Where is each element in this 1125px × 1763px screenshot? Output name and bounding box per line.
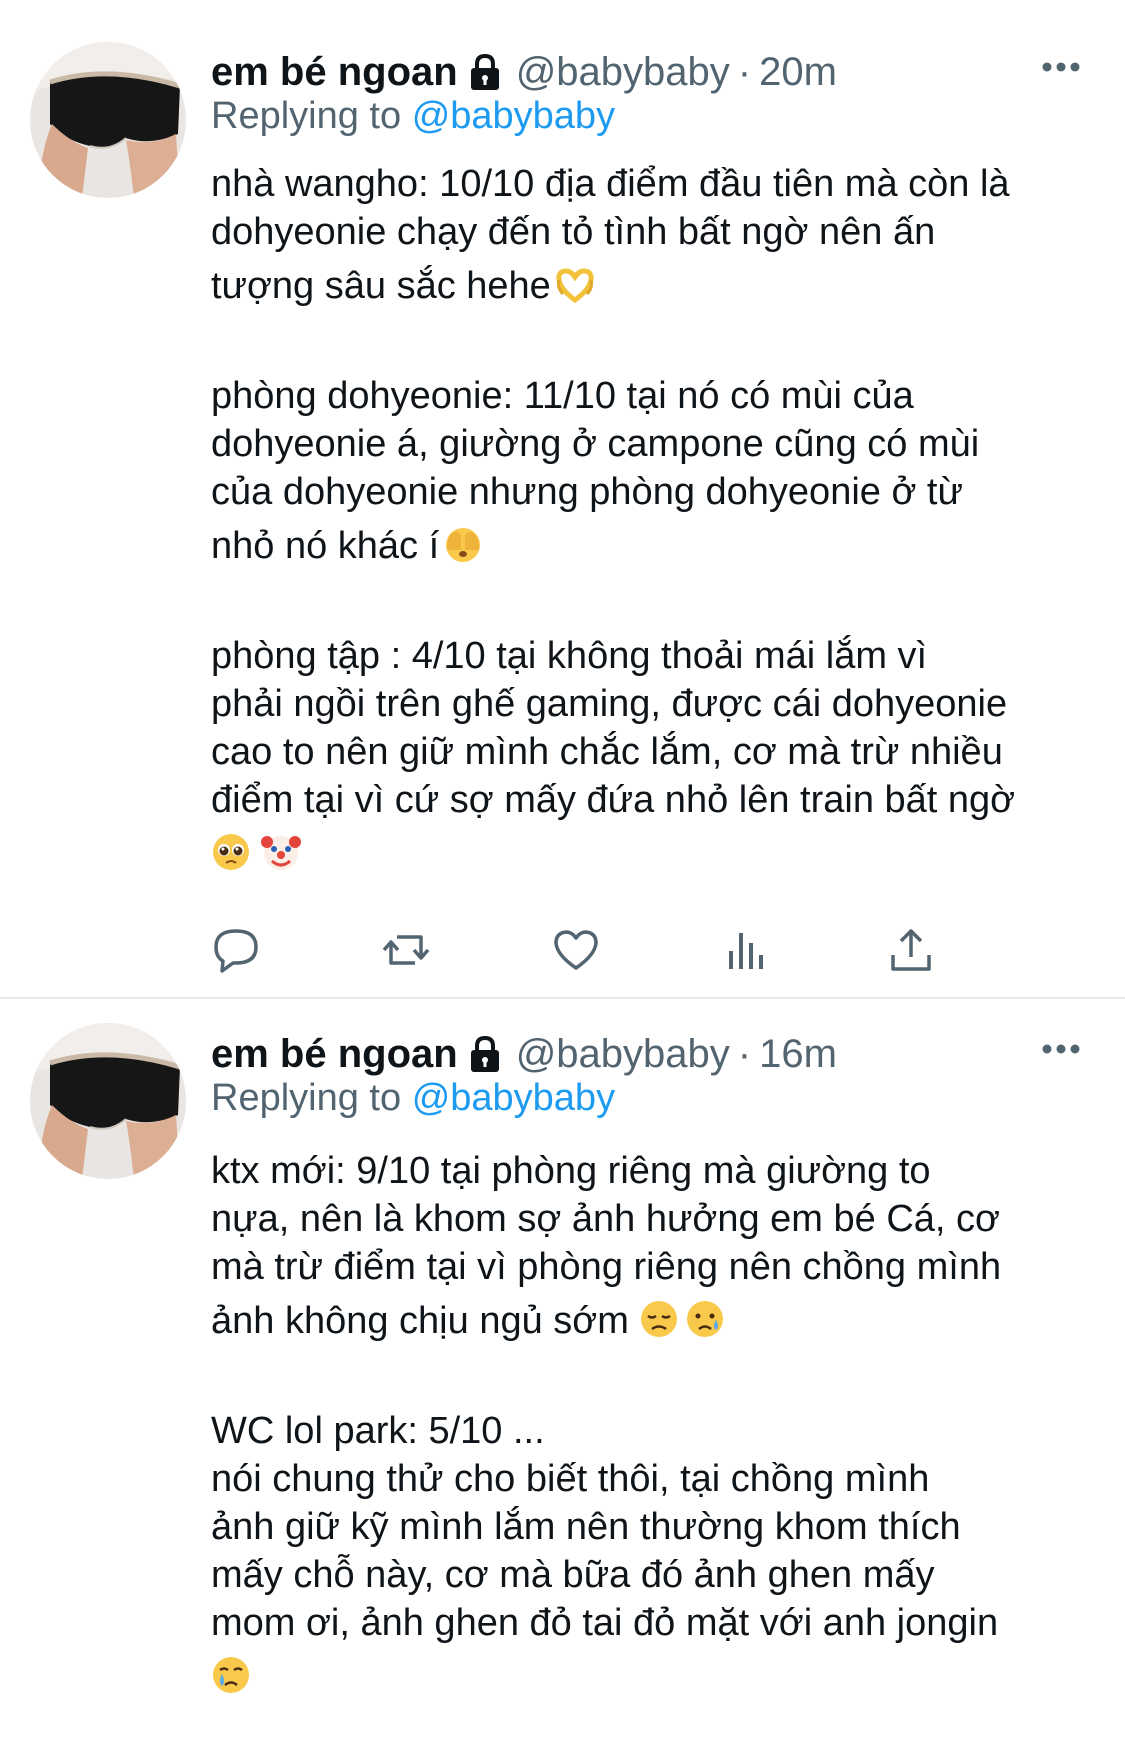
heart-hands-emoji-icon: [555, 262, 595, 304]
user-handle[interactable]: @babybaby: [516, 50, 730, 95]
lock-icon: [468, 52, 502, 92]
more-options-icon[interactable]: [1041, 1042, 1081, 1054]
disappointed-face-emoji-icon: [639, 1297, 679, 1337]
clown-face-emoji-icon: [261, 830, 301, 870]
text-line: điểm tại vì cứ sợ mấy đứa nhỏ lên train …: [211, 779, 1016, 821]
timestamp[interactable]: 16m: [759, 1032, 837, 1077]
text-line: mà trừ điểm tại vì phòng riêng nên chồng…: [211, 1246, 1002, 1288]
crying-face-emoji-icon: [211, 1653, 251, 1693]
tweet-paragraph: WC lol park: 5/10 ... nói chung thử cho …: [211, 1407, 1091, 1707]
replying-to-label: Replying to: [211, 1077, 402, 1119]
tweet-header: em bé ngoan @babybaby · 16m: [211, 1026, 837, 1082]
text-line: nhà wangho: 10/10 địa điểm đầu tiên mà c…: [211, 163, 1010, 205]
text-line: cao to nên giữ mình chắc lắm, cơ mà trừ …: [211, 731, 1003, 773]
emoji-line: [211, 824, 1091, 884]
mention-link[interactable]: @babybaby: [412, 1077, 615, 1119]
replying-to-label: Replying to: [211, 95, 402, 137]
pleading-face-emoji-icon: [211, 830, 251, 870]
display-name[interactable]: em bé ngoan: [211, 1032, 458, 1077]
text-segment: tượng sâu sắc hehe: [211, 265, 551, 307]
tweet[interactable]: em bé ngoan @babybaby · 16m Replying to …: [0, 999, 1125, 1701]
text-line: nói chung thử cho biết thôi, tại chồng m…: [211, 1458, 930, 1500]
text-line: dohyeonie chạy đến tỏ tình bất ngờ nên ấ…: [211, 211, 936, 253]
tweet-paragraph: phòng tập : 4/10 tại không thoải mái lắm…: [211, 632, 1091, 884]
separator-dot: ·: [737, 49, 752, 94]
text-segment: nhỏ nó khác í: [211, 525, 440, 567]
text-line-with-emoji: tượng sâu sắc hehe: [211, 256, 1091, 316]
text-line: nựa, nên là khom sợ ảnh hưởng em bé Cá, …: [211, 1198, 1000, 1240]
text-line: WC lol park: 5/10 ...: [211, 1410, 545, 1452]
text-line: mom ơi, ảnh ghen đỏ tai đỏ mặt với anh j…: [211, 1602, 999, 1644]
timestamp[interactable]: 20m: [759, 50, 837, 95]
separator-dot: ·: [737, 1031, 752, 1076]
mention-link[interactable]: @babybaby: [412, 95, 615, 137]
user-handle[interactable]: @babybaby: [516, 1032, 730, 1077]
tweet[interactable]: em bé ngoan @babybaby · 20m Replying to …: [0, 0, 1125, 997]
sad-tear-face-emoji-icon: [685, 1297, 725, 1337]
text-line-with-emoji: ảnh không chịu ngủ sớm: [211, 1291, 1091, 1351]
face-with-hands-over-eyes-emoji-icon: [443, 522, 483, 562]
share-icon[interactable]: [886, 925, 936, 975]
tweet-text: ktx mới: 9/10 tại phòng riêng mà giường …: [211, 1147, 1091, 1763]
avatar[interactable]: [30, 42, 186, 198]
tweet-header: em bé ngoan @babybaby · 20m: [211, 44, 837, 100]
text-line: phòng tập : 4/10 tại không thoải mái lắm…: [211, 635, 928, 677]
emoji-line: [211, 1647, 1091, 1707]
text-line: phòng dohyeonie: 11/10 tại nó có mùi của: [211, 375, 914, 417]
text-line: mấy chỗ này, cơ mà bữa đó ảnh ghen mấy: [211, 1554, 935, 1596]
text-line: ktx mới: 9/10 tại phòng riêng mà giường …: [211, 1150, 931, 1192]
tweet-text: nhà wangho: 10/10 địa điểm đầu tiên mà c…: [211, 160, 1091, 940]
tweet-paragraph: nhà wangho: 10/10 địa điểm đầu tiên mà c…: [211, 160, 1091, 316]
reply-icon[interactable]: [211, 925, 261, 975]
display-name[interactable]: em bé ngoan: [211, 50, 458, 95]
like-icon[interactable]: [551, 925, 601, 975]
retweet-icon[interactable]: [381, 925, 431, 975]
text-line-with-emoji: nhỏ nó khác í: [211, 516, 1091, 576]
text-line: dohyeonie á, giường ở campone cũng có mù…: [211, 423, 980, 465]
views-icon[interactable]: [721, 925, 771, 975]
tweet-paragraph: ktx mới: 9/10 tại phòng riêng mà giường …: [211, 1147, 1091, 1351]
lock-icon: [468, 1034, 502, 1074]
more-options-icon[interactable]: [1041, 60, 1081, 72]
text-segment: ảnh không chịu ngủ sớm: [211, 1300, 629, 1342]
tweet-paragraph: phòng dohyeonie: 11/10 tại nó có mùi của…: [211, 372, 1091, 576]
replying-to: Replying to @babybaby: [211, 1077, 615, 1120]
text-line: phải ngồi trên ghế gaming, được cái dohy…: [211, 683, 1008, 725]
avatar[interactable]: [30, 1023, 186, 1179]
tweet-actions: [211, 925, 991, 975]
text-line: ảnh giữ kỹ mình lắm nên thường khom thíc…: [211, 1506, 961, 1548]
text-line: của dohyeonie nhưng phòng dohyeonie ở từ: [211, 471, 963, 513]
replying-to: Replying to @babybaby: [211, 95, 615, 138]
